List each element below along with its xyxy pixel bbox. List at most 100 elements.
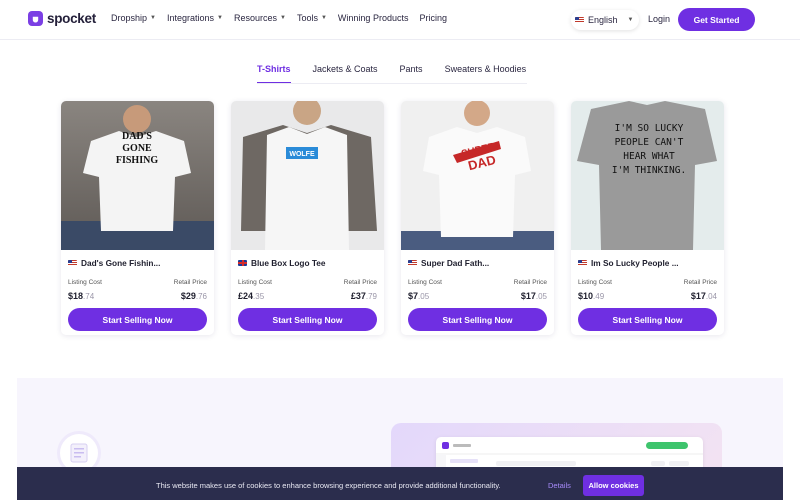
tab-pants[interactable]: Pants: [400, 64, 423, 84]
svg-text:GONE: GONE: [122, 143, 152, 154]
listing-cost-label: Listing Cost: [68, 279, 102, 286]
nav-item-dropship[interactable]: Dropship ▼: [111, 13, 156, 23]
spocket-logo-icon: [28, 11, 43, 26]
start-selling-button[interactable]: Start Selling Now: [238, 308, 377, 331]
price-main: $29: [180, 291, 196, 301]
product-title: Im So Lucky People ...: [578, 258, 679, 268]
tab-sweaters-hoodies[interactable]: Sweaters & Hoodies: [445, 64, 527, 84]
product-title-text: Im So Lucky People ...: [591, 258, 679, 268]
start-selling-button[interactable]: Start Selling Now: [408, 308, 547, 331]
retail-price-value: £37.79: [351, 291, 377, 301]
svg-text:DAD'S: DAD'S: [122, 131, 152, 142]
product-image: SUPER DAD: [401, 101, 554, 250]
price-cents: .05: [535, 292, 547, 301]
listing-cost-value: $18.74: [68, 291, 94, 301]
retail-price-value: $29.76: [181, 291, 207, 301]
chevron-down-icon: ▼: [320, 15, 327, 21]
price-cents: .05: [418, 292, 430, 301]
nav-item-pricing[interactable]: Pricing: [419, 13, 447, 23]
nav-label: Tools: [296, 13, 318, 23]
product-title-text: Blue Box Logo Tee: [251, 258, 326, 268]
price-cents: .35: [253, 292, 265, 301]
category-tabs: T-Shirts Jackets & Coats Pants Sweaters …: [257, 64, 548, 84]
nav-label: Winning Products: [337, 13, 409, 23]
price-cents: .79: [365, 292, 377, 301]
product-image: DAD'S GONE FISHING: [61, 101, 214, 250]
main-nav: Dropship ▼ Integrations ▼ Resources ▼ Tools…: [111, 13, 447, 23]
product-card[interactable]: WOLFE Blue Box Logo Tee Listing Cost Ret…: [231, 101, 384, 335]
language-label: English: [588, 15, 618, 25]
tab-jackets-coats[interactable]: Jackets & Coats: [313, 64, 378, 84]
chevron-down-icon: ▼: [627, 17, 634, 23]
chevron-down-icon: ▼: [280, 15, 286, 21]
product-title-text: Super Dad Fath...: [421, 258, 490, 268]
nav-item-resources[interactable]: Resources ▼: [234, 13, 286, 23]
svg-text:I'M SO LUCKY: I'M SO LUCKY: [615, 123, 684, 134]
product-title: Super Dad Fath...: [408, 258, 489, 268]
product-card[interactable]: I'M SO LUCKY PEOPLE CAN'T HEAR WHAT I'M …: [571, 101, 724, 335]
retail-price-label: Retail Price: [683, 279, 717, 286]
listing-cost-value: $7.05: [408, 291, 429, 301]
price-cents: .49: [593, 292, 605, 301]
allow-cookies-button[interactable]: Allow cookies: [583, 475, 644, 496]
listing-cost-label: Listing Cost: [238, 279, 272, 286]
logo-text: spocket: [47, 11, 96, 26]
listing-cost-value: $10.49: [578, 291, 604, 301]
product-title: Dad's Gone Fishin...: [68, 258, 160, 268]
listing-cost-value: £24.35: [238, 291, 264, 301]
price-main: $7: [408, 291, 419, 301]
uk-flag-icon: [238, 260, 247, 266]
nav-item-winning-products[interactable]: Winning Products: [338, 13, 409, 23]
price-main: £24: [238, 291, 254, 301]
logo[interactable]: spocket: [28, 11, 96, 26]
us-flag-icon: [578, 260, 587, 266]
product-image: I'M SO LUCKY PEOPLE CAN'T HEAR WHAT I'M …: [571, 101, 724, 250]
nav-label: Pricing: [419, 13, 447, 23]
start-selling-button[interactable]: Start Selling Now: [68, 308, 207, 331]
nav-label: Dropship: [111, 13, 148, 23]
svg-text:PEOPLE CAN'T: PEOPLE CAN'T: [615, 137, 684, 148]
site-header: spocket Dropship ▼ Integrations ▼ Resource…: [0, 0, 800, 40]
retail-price-value: $17.04: [691, 291, 717, 301]
product-card[interactable]: SUPER DAD Super Dad Fath... Listing Cost…: [401, 101, 554, 335]
price-cents: .74: [83, 292, 95, 301]
us-flag-icon: [575, 17, 584, 23]
cookie-banner: This website makes use of cookies to enh…: [17, 467, 783, 500]
chevron-down-icon: ▼: [217, 15, 223, 21]
price-main: $17: [690, 291, 706, 301]
retail-price-value: $17.05: [521, 291, 547, 301]
login-link[interactable]: Login: [648, 14, 670, 24]
tab-t-shirts[interactable]: T-Shirts: [257, 64, 291, 84]
language-selector[interactable]: English ▼: [571, 10, 639, 30]
listing-cost-label: Listing Cost: [578, 279, 612, 286]
retail-price-label: Retail Price: [343, 279, 377, 286]
product-title-text: Dad's Gone Fishin...: [81, 258, 161, 268]
get-started-button[interactable]: Get Started: [678, 8, 755, 31]
product-title: Blue Box Logo Tee: [238, 258, 326, 268]
svg-text:FISHING: FISHING: [116, 155, 158, 166]
tabs-divider: [257, 83, 527, 84]
nav-label: Resources: [233, 13, 277, 23]
cookie-details-link[interactable]: Details: [548, 481, 571, 490]
price-main: $10: [578, 291, 594, 301]
svg-text:WOLFE: WOLFE: [289, 151, 315, 158]
product-card[interactable]: DAD'S GONE FISHING Dad's Gone Fishin... …: [61, 101, 214, 335]
listing-cost-label: Listing Cost: [408, 279, 442, 286]
retail-price-label: Retail Price: [513, 279, 547, 286]
us-flag-icon: [68, 260, 77, 266]
us-flag-icon: [408, 260, 417, 266]
nav-item-integrations[interactable]: Integrations ▼: [167, 13, 223, 23]
svg-text:I'M THINKING.: I'M THINKING.: [612, 165, 686, 176]
price-main: $18: [68, 291, 84, 301]
product-image: WOLFE: [231, 101, 384, 250]
price-main: $17: [520, 291, 536, 301]
price-cents: .04: [705, 292, 717, 301]
price-cents: .76: [195, 292, 207, 301]
nav-label: Integrations: [166, 13, 215, 23]
svg-text:HEAR WHAT: HEAR WHAT: [623, 151, 675, 162]
chevron-down-icon: ▼: [150, 15, 156, 21]
start-selling-button[interactable]: Start Selling Now: [578, 308, 717, 331]
nav-item-tools[interactable]: Tools ▼: [297, 13, 327, 23]
retail-price-label: Retail Price: [173, 279, 207, 286]
price-main: £37: [350, 291, 366, 301]
